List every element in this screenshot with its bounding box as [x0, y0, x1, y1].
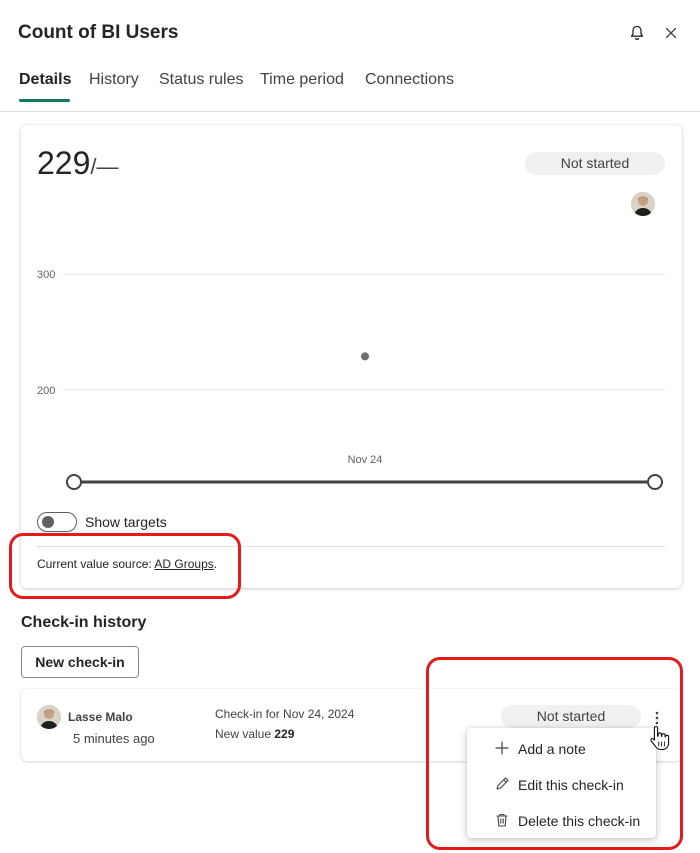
hand-pointer-cursor-icon — [650, 725, 670, 751]
bell-icon[interactable] — [628, 24, 646, 42]
check-in-date: Check-in for Nov 24, 2024 — [215, 707, 355, 721]
value-chart: 300 200 Nov 24 — [37, 269, 665, 490]
source-prefix: Current value source: — [37, 557, 155, 571]
target-separator: /— — [90, 154, 119, 179]
y-tick-label: 200 — [37, 385, 55, 397]
chart-gridlines — [63, 273, 665, 391]
menu-item-label: Delete this check-in — [518, 813, 641, 829]
active-tab-indicator — [19, 99, 70, 102]
tab-details[interactable]: Details — [19, 71, 71, 89]
avatar — [37, 705, 61, 729]
trash-icon — [496, 813, 508, 827]
toggle-knob — [42, 516, 54, 528]
person-icon — [631, 192, 655, 216]
range-slider-end-handle[interactable] — [647, 474, 663, 490]
chart-y-ticks: 300 200 — [37, 269, 55, 397]
menu-item-add-note[interactable]: Add a note — [467, 730, 656, 766]
menu-item-label: Edit this check-in — [518, 777, 624, 793]
menu-item-label: Add a note — [518, 741, 586, 757]
person-icon — [37, 705, 61, 729]
new-value-label: New value — [215, 727, 272, 741]
show-targets-toggle[interactable] — [37, 512, 77, 532]
y-tick-label: 300 — [37, 269, 55, 281]
menu-item-edit-check-in[interactable]: Edit this check-in — [467, 766, 656, 802]
data-point[interactable] — [361, 352, 369, 361]
status-badge[interactable]: Not started — [525, 152, 665, 175]
close-icon[interactable] — [662, 24, 680, 42]
status-badge: Not started — [501, 705, 641, 728]
tab-bar: Details History Status rules Time period… — [0, 66, 700, 112]
chart-points — [361, 352, 369, 361]
new-value-number: 229 — [274, 727, 295, 741]
check-in-user: Lasse Malo — [68, 710, 133, 724]
range-slider-start-handle[interactable] — [66, 474, 82, 490]
plus-icon — [495, 741, 509, 755]
check-in-new-value: New value 229 — [215, 727, 294, 741]
details-card: 229/— Not started 300 200 Nov 24 Show tar… — [21, 125, 682, 588]
divider — [37, 546, 665, 547]
check-in-context-menu: Add a note Edit this check-in Delete thi… — [467, 728, 656, 838]
current-value-source: Current value source: AD Groups. — [37, 557, 217, 571]
tab-history[interactable]: History — [89, 71, 139, 89]
pencil-icon — [496, 777, 509, 790]
current-value-number: 229 — [37, 145, 91, 181]
show-targets-label: Show targets — [85, 514, 167, 530]
check-in-time: 5 minutes ago — [73, 731, 155, 746]
source-link[interactable]: AD Groups — [154, 557, 213, 571]
tab-connections[interactable]: Connections — [365, 71, 454, 89]
x-tick-label: Nov 24 — [348, 454, 383, 466]
menu-item-delete-check-in[interactable]: Delete this check-in — [467, 802, 656, 838]
tab-status-rules[interactable]: Status rules — [159, 71, 243, 89]
check-in-history-title: Check-in history — [21, 614, 147, 631]
panel-title: Count of BI Users — [18, 22, 179, 43]
current-value: 229/— — [37, 145, 119, 182]
owner-avatar[interactable] — [631, 192, 655, 216]
source-suffix: . — [213, 557, 218, 571]
new-check-in-button[interactable]: New check-in — [21, 646, 139, 678]
tab-time-period[interactable]: Time period — [260, 71, 344, 89]
